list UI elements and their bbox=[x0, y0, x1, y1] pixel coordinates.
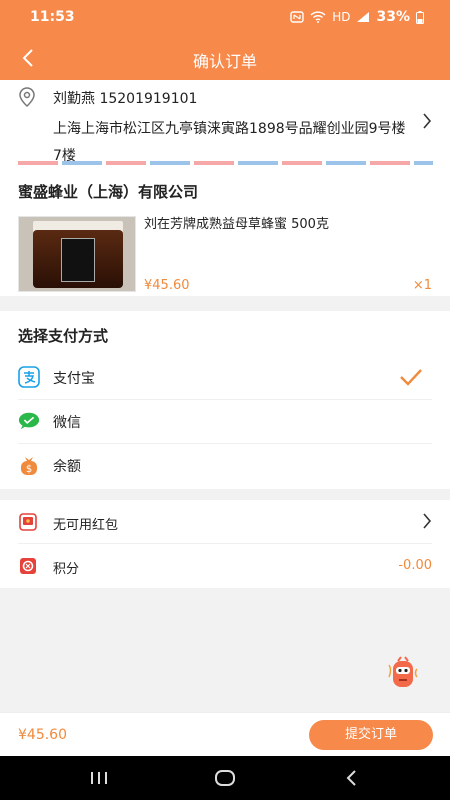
status-bar: 11:53 HD 33% bbox=[0, 0, 450, 36]
location-pin-icon bbox=[19, 87, 35, 107]
shop-section: 蜜盛蜂业（上海）有限公司 刘在芳牌成熟益母草蜂蜜 500克 ¥45.60 ×1 bbox=[0, 168, 450, 296]
payment-label: 余额 bbox=[53, 459, 81, 475]
wechat-icon bbox=[18, 410, 40, 432]
payment-option-alipay[interactable]: 支付宝 bbox=[0, 356, 450, 400]
recipient-name-phone: 刘勤燕 15201919101 bbox=[53, 91, 198, 107]
honey-jar bbox=[33, 230, 123, 288]
recent-apps-button[interactable] bbox=[87, 768, 111, 788]
svg-text:$: $ bbox=[26, 464, 32, 475]
mascot-icon[interactable] bbox=[386, 655, 420, 691]
battery-percent: 33% bbox=[376, 9, 410, 25]
nfc-icon bbox=[290, 11, 304, 23]
product-price: ¥45.60 bbox=[144, 278, 190, 293]
payment-option-wechat[interactable]: 微信 bbox=[0, 400, 450, 444]
checkmark-icon bbox=[400, 369, 422, 386]
order-total: ¥45.60 bbox=[18, 727, 67, 743]
address-card[interactable]: 刘勤燕 15201919101 上海上海市松江区九亭镇涞寅路1898号品耀创业园… bbox=[0, 80, 450, 168]
payment-title: 选择支付方式 bbox=[18, 327, 109, 345]
points-icon bbox=[20, 558, 36, 574]
wallet-icon: $ bbox=[18, 454, 40, 476]
points-row[interactable]: 积分 -0.00 bbox=[0, 544, 450, 588]
extras-section: 无可用红包 积分 -0.00 bbox=[0, 500, 450, 588]
jar-label bbox=[61, 238, 95, 282]
points-label: 积分 bbox=[53, 562, 80, 577]
page-title: 确认订单 bbox=[192, 52, 257, 71]
product-quantity: ×1 bbox=[412, 278, 432, 293]
chevron-right-icon bbox=[423, 113, 432, 129]
checkout-bar: ¥45.60 提交订单 bbox=[0, 712, 450, 756]
back-arrow-icon bbox=[346, 770, 356, 786]
signal-icon bbox=[357, 12, 370, 22]
status-time: 11:53 bbox=[30, 9, 75, 25]
alipay-icon bbox=[18, 366, 40, 388]
home-button[interactable] bbox=[213, 768, 237, 788]
header-bar: 确认订单 bbox=[0, 36, 450, 80]
network-label: HD bbox=[332, 10, 351, 24]
red-packet-label: 无可用红包 bbox=[53, 518, 119, 533]
home-icon bbox=[215, 770, 235, 786]
red-packet-row[interactable]: 无可用红包 bbox=[0, 500, 450, 544]
product-name[interactable]: 刘在芳牌成熟益母草蜂蜜 500克 bbox=[144, 213, 329, 232]
submit-order-button[interactable]: 提交订单 bbox=[309, 720, 433, 750]
status-icons: HD 33% bbox=[290, 9, 424, 25]
chevron-right-icon bbox=[423, 513, 432, 529]
battery-icon bbox=[416, 10, 424, 24]
payment-label: 微信 bbox=[53, 415, 81, 431]
shop-name: 蜜盛蜂业（上海）有限公司 bbox=[18, 183, 199, 201]
address-divider-stripe bbox=[18, 161, 433, 165]
payment-label: 支付宝 bbox=[53, 371, 95, 387]
recent-apps-icon bbox=[91, 772, 107, 784]
payment-option-balance[interactable]: $ 余额 bbox=[0, 444, 450, 488]
payment-section: 选择支付方式 支付宝 微信 $ 余额 bbox=[0, 311, 450, 489]
system-nav-bar bbox=[0, 756, 450, 800]
points-value: -0.00 bbox=[398, 558, 432, 573]
red-packet-icon bbox=[19, 513, 37, 531]
product-image[interactable] bbox=[18, 216, 136, 292]
system-back-button[interactable] bbox=[339, 768, 363, 788]
wifi-icon bbox=[310, 11, 326, 23]
